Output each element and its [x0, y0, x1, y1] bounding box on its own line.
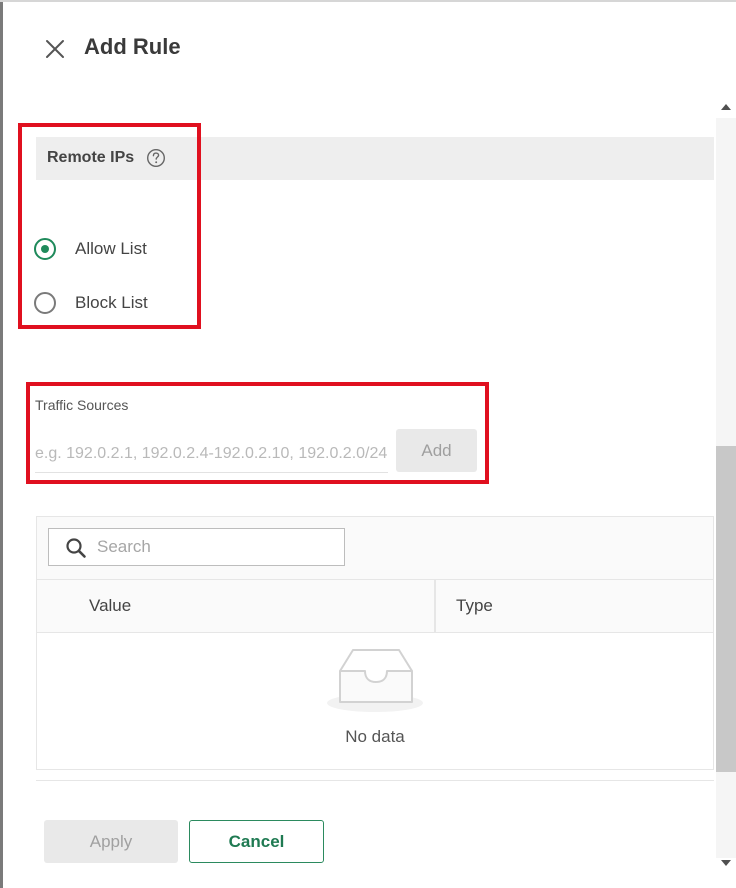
allow-list-radio[interactable]: Allow List	[34, 236, 174, 266]
allow-list-label: Allow List	[75, 239, 147, 258]
traffic-sources-input[interactable]	[35, 436, 388, 473]
traffic-sources-label: Traffic Sources	[35, 397, 129, 413]
scrollbar-thumb[interactable]	[716, 446, 736, 772]
footer-divider	[36, 780, 714, 781]
radio-dot	[41, 245, 49, 253]
table-body: No data	[37, 633, 713, 769]
empty-state-text: No data	[345, 727, 405, 746]
block-list-label: Block List	[75, 293, 148, 312]
help-circle-icon[interactable]	[146, 148, 166, 168]
apply-button[interactable]: Apply	[44, 820, 178, 863]
table-header: Value Type	[37, 579, 713, 633]
column-header-value[interactable]: Value	[89, 596, 131, 616]
dialog-title: Add Rule	[84, 34, 181, 59]
remote-ips-label: Remote IPs	[47, 149, 135, 166]
remote-ips-section: Remote IPs	[36, 137, 714, 180]
scroll-down-arrow-icon[interactable]	[716, 852, 736, 874]
radio-checked-icon[interactable]	[34, 238, 56, 260]
close-icon[interactable]	[42, 36, 68, 62]
search-icon	[65, 537, 87, 559]
search-input[interactable]	[97, 531, 337, 563]
column-divider[interactable]	[434, 580, 436, 632]
add-button[interactable]: Add	[396, 429, 477, 472]
sources-table-panel: Value Type No data	[36, 516, 714, 770]
block-list-radio[interactable]: Block List	[34, 290, 174, 320]
scroll-up-arrow-icon[interactable]	[716, 96, 736, 118]
search-box[interactable]	[48, 528, 345, 566]
radio-unchecked-icon[interactable]	[34, 292, 56, 314]
window-edge	[0, 0, 3, 888]
empty-inbox-icon	[323, 647, 427, 717]
dialog-header: Add Rule	[0, 0, 736, 96]
cancel-button[interactable]: Cancel	[189, 820, 324, 863]
column-header-type[interactable]: Type	[456, 596, 493, 616]
